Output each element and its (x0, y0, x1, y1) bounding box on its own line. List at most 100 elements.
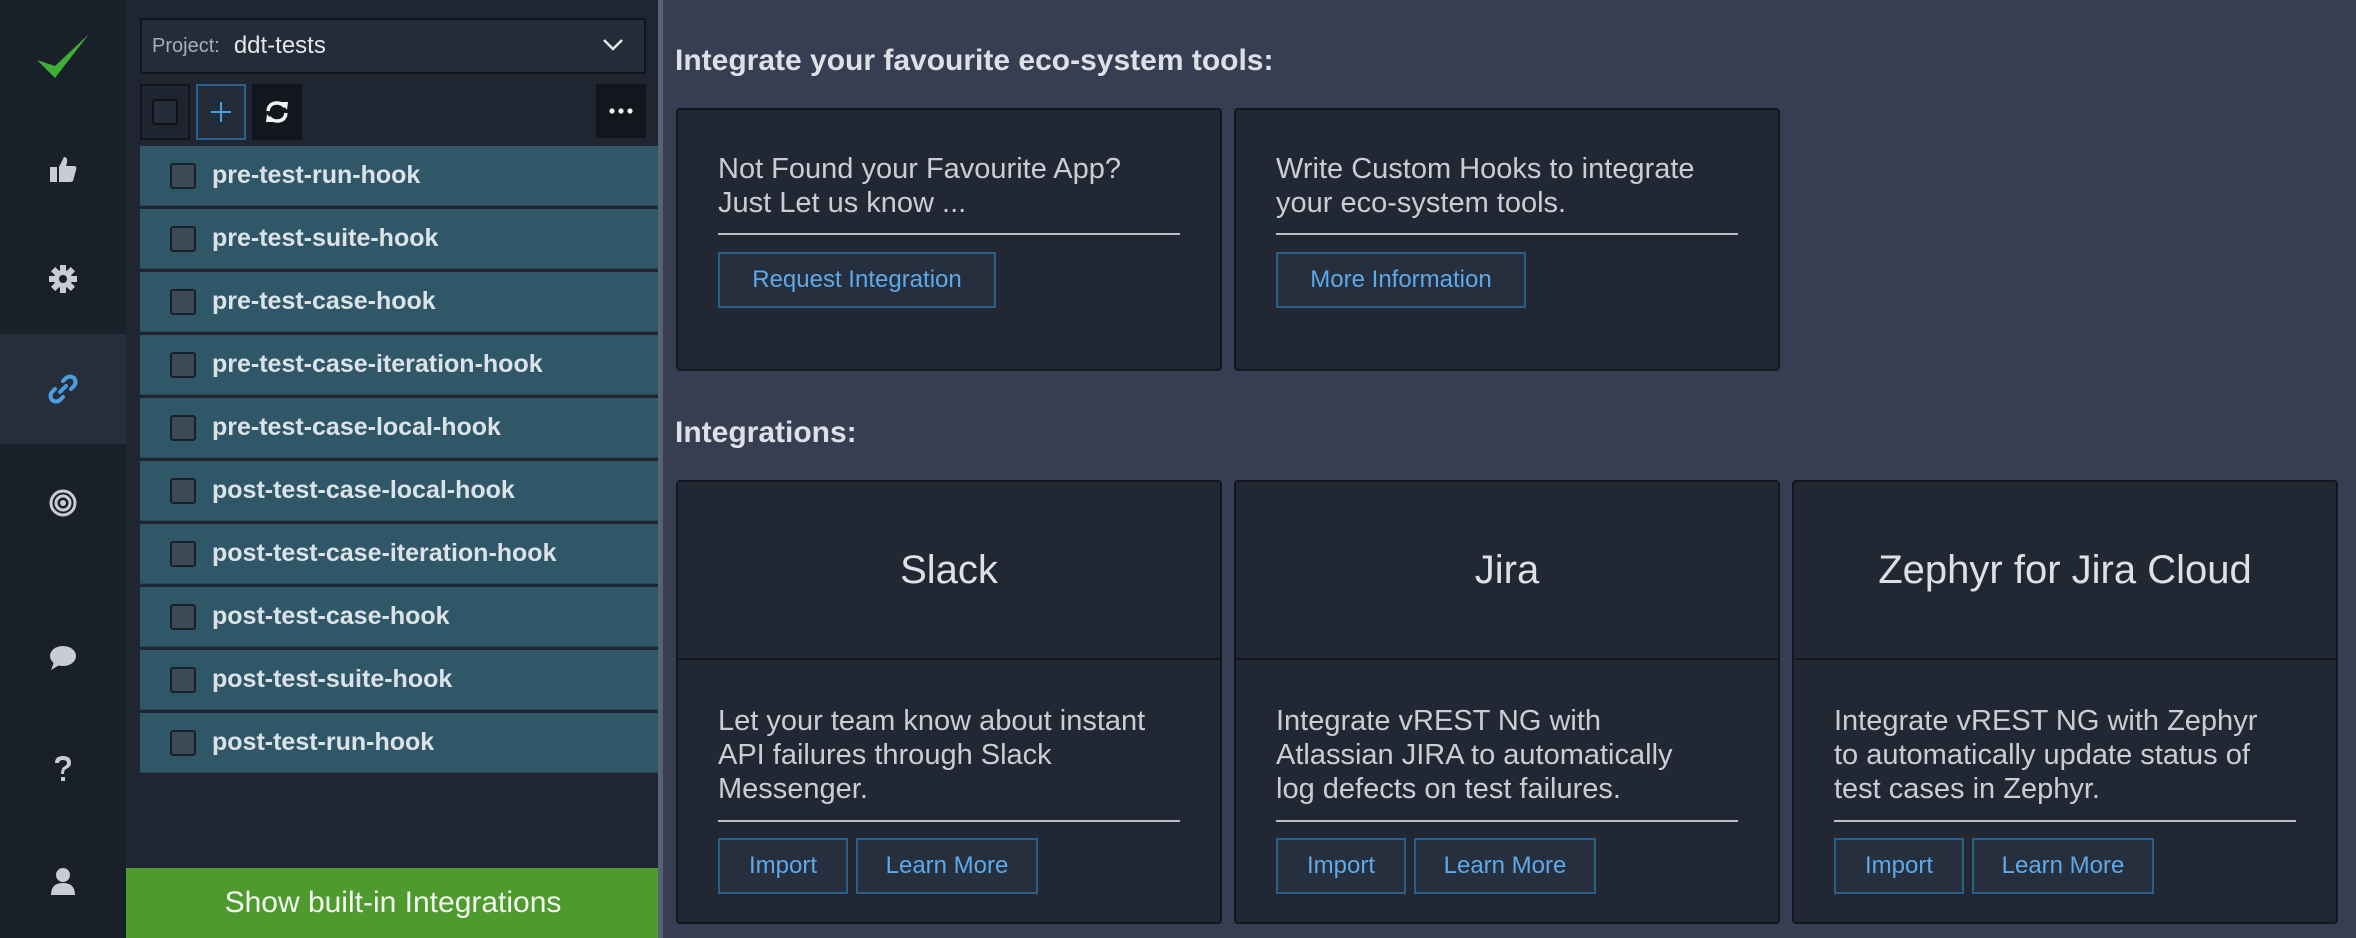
chevron-down-icon (603, 39, 623, 51)
import-button[interactable]: Import (1834, 838, 1964, 894)
hook-checkbox[interactable] (170, 414, 196, 441)
jira-integration-card: Jira Integrate vREST NG with Atlassian J… (1234, 480, 1780, 924)
import-button[interactable]: Import (1276, 838, 1406, 894)
chat-bubble-icon (50, 646, 76, 670)
project-select[interactable]: Project: ddt-tests (140, 18, 646, 74)
hook-checkbox[interactable] (170, 603, 196, 630)
card-text-line: Atlassian JIRA to automatically (1276, 739, 1673, 771)
hook-list: pre-test-run-hook pre-test-suite-hook pr… (140, 146, 660, 776)
target-icon (49, 489, 77, 517)
integrations-heading: Integrations: (675, 416, 857, 449)
ellipsis-icon (609, 108, 633, 114)
checkbox-box (152, 99, 178, 125)
hook-checkbox[interactable] (170, 477, 196, 504)
hook-label: pre-test-case-hook (212, 287, 436, 315)
hook-checkbox[interactable] (170, 540, 196, 567)
learn-more-button[interactable]: Learn More (1414, 838, 1596, 894)
card-divider (1276, 820, 1738, 822)
request-integration-button[interactable]: Request Integration (718, 252, 996, 308)
list-item[interactable]: post-test-run-hook (140, 713, 660, 773)
list-item[interactable]: post-test-case-local-hook (140, 461, 660, 521)
card-divider (1276, 233, 1738, 235)
card-text: Integrate vREST NG with Atlassian JIRA t… (1276, 704, 1738, 806)
hook-label: post-test-suite-hook (212, 665, 453, 693)
thumbs-up-icon (50, 157, 77, 182)
rail-item-chat[interactable] (0, 603, 126, 713)
project-label: Project: (152, 34, 220, 57)
hook-checkbox[interactable] (170, 162, 196, 189)
card-text-line: Just Let us know ... (718, 187, 967, 219)
more-options-button[interactable] (596, 84, 646, 138)
rail-item-account[interactable] (0, 826, 126, 936)
card-divider (718, 820, 1180, 822)
card-text-line: Integrate vREST NG with Zephyr (1834, 705, 2258, 737)
zephyr-integration-card: Zephyr for Jira Cloud Integrate vREST NG… (1792, 480, 2338, 924)
card-text-line: Let your team know about instant (718, 705, 1146, 737)
integration-name: Zephyr for Jira Cloud (1794, 482, 2336, 660)
question-icon (55, 756, 71, 781)
hook-label: pre-test-case-local-hook (212, 413, 501, 441)
hook-label: post-test-case-iteration-hook (212, 539, 557, 567)
hook-label: pre-test-case-iteration-hook (212, 350, 543, 378)
rail-item-target[interactable] (0, 448, 126, 558)
show-builtin-integrations-button[interactable]: Show built-in Integrations (126, 868, 660, 938)
list-item[interactable]: post-test-case-hook (140, 587, 660, 647)
hook-checkbox[interactable] (170, 729, 196, 756)
select-all-checkbox[interactable] (140, 84, 190, 140)
hook-label: post-test-run-hook (212, 728, 435, 756)
card-text: Write Custom Hooks to integrate your eco… (1276, 152, 1738, 220)
request-integration-card: Not Found your Favourite App? Just Let u… (676, 108, 1222, 371)
check-logo-icon (37, 34, 89, 78)
integration-name: Slack (678, 482, 1220, 660)
learn-more-button[interactable]: Learn More (856, 838, 1038, 894)
card-text: Let your team know about instant API fai… (718, 704, 1180, 806)
rail-item-help[interactable] (0, 714, 126, 824)
card-divider (1834, 820, 2296, 822)
custom-hooks-card: Write Custom Hooks to integrate your eco… (1234, 108, 1780, 371)
list-item[interactable]: pre-test-case-iteration-hook (140, 335, 660, 395)
refresh-icon (266, 101, 288, 123)
hook-label: pre-test-suite-hook (212, 224, 439, 252)
hook-checkbox[interactable] (170, 225, 196, 252)
card-text-line: Integrate vREST NG with (1276, 705, 1602, 737)
add-hook-button[interactable] (196, 84, 246, 140)
card-text-line: to automatically update status of (1834, 739, 2250, 771)
rail-item-settings[interactable] (0, 224, 126, 334)
learn-more-button[interactable]: Learn More (1972, 838, 2154, 894)
list-item[interactable]: pre-test-case-hook (140, 272, 660, 332)
integration-name: Jira (1236, 482, 1778, 660)
list-item[interactable]: pre-test-suite-hook (140, 209, 660, 269)
import-button[interactable]: Import (718, 838, 848, 894)
card-text: Not Found your Favourite App? Just Let u… (718, 152, 1180, 220)
card-text-line: log defects on test failures. (1276, 773, 1621, 805)
sidebar-resize-handle[interactable] (658, 0, 663, 938)
rail-item-feedback[interactable] (0, 114, 126, 224)
plus-icon (211, 102, 231, 122)
card-text-line: test cases in Zephyr. (1834, 773, 2100, 805)
hook-checkbox[interactable] (170, 288, 196, 315)
list-item[interactable]: pre-test-run-hook (140, 146, 660, 206)
icon-rail (0, 0, 126, 938)
hooks-sidebar: Project: ddt-tests pre-test-run-hook pre… (126, 0, 660, 938)
hook-checkbox[interactable] (170, 351, 196, 378)
project-value: ddt-tests (233, 32, 326, 59)
rail-item-integrations[interactable] (0, 334, 126, 444)
refresh-button[interactable] (252, 84, 302, 140)
hook-label: post-test-case-local-hook (212, 476, 515, 504)
list-item[interactable]: post-test-case-iteration-hook (140, 524, 660, 584)
slack-integration-card: Slack Let your team know about instant A… (676, 480, 1222, 924)
card-text-line: Messenger. (718, 773, 868, 805)
app-logo[interactable] (0, 2, 126, 112)
list-item[interactable]: pre-test-case-local-hook (140, 398, 660, 458)
hook-checkbox[interactable] (170, 666, 196, 693)
card-text-line: API failures through Slack (718, 739, 1052, 771)
card-text-line: Not Found your Favourite App? (718, 153, 1122, 185)
link-icon (48, 374, 78, 404)
hook-label: post-test-case-hook (212, 602, 450, 630)
card-divider (718, 233, 1180, 235)
list-item[interactable]: post-test-suite-hook (140, 650, 660, 710)
more-information-button[interactable]: More Information (1276, 252, 1526, 308)
hook-label: pre-test-run-hook (212, 161, 421, 189)
card-text-line: Write Custom Hooks to integrate (1276, 153, 1695, 185)
card-text: Integrate vREST NG with Zephyr to automa… (1834, 704, 2296, 806)
